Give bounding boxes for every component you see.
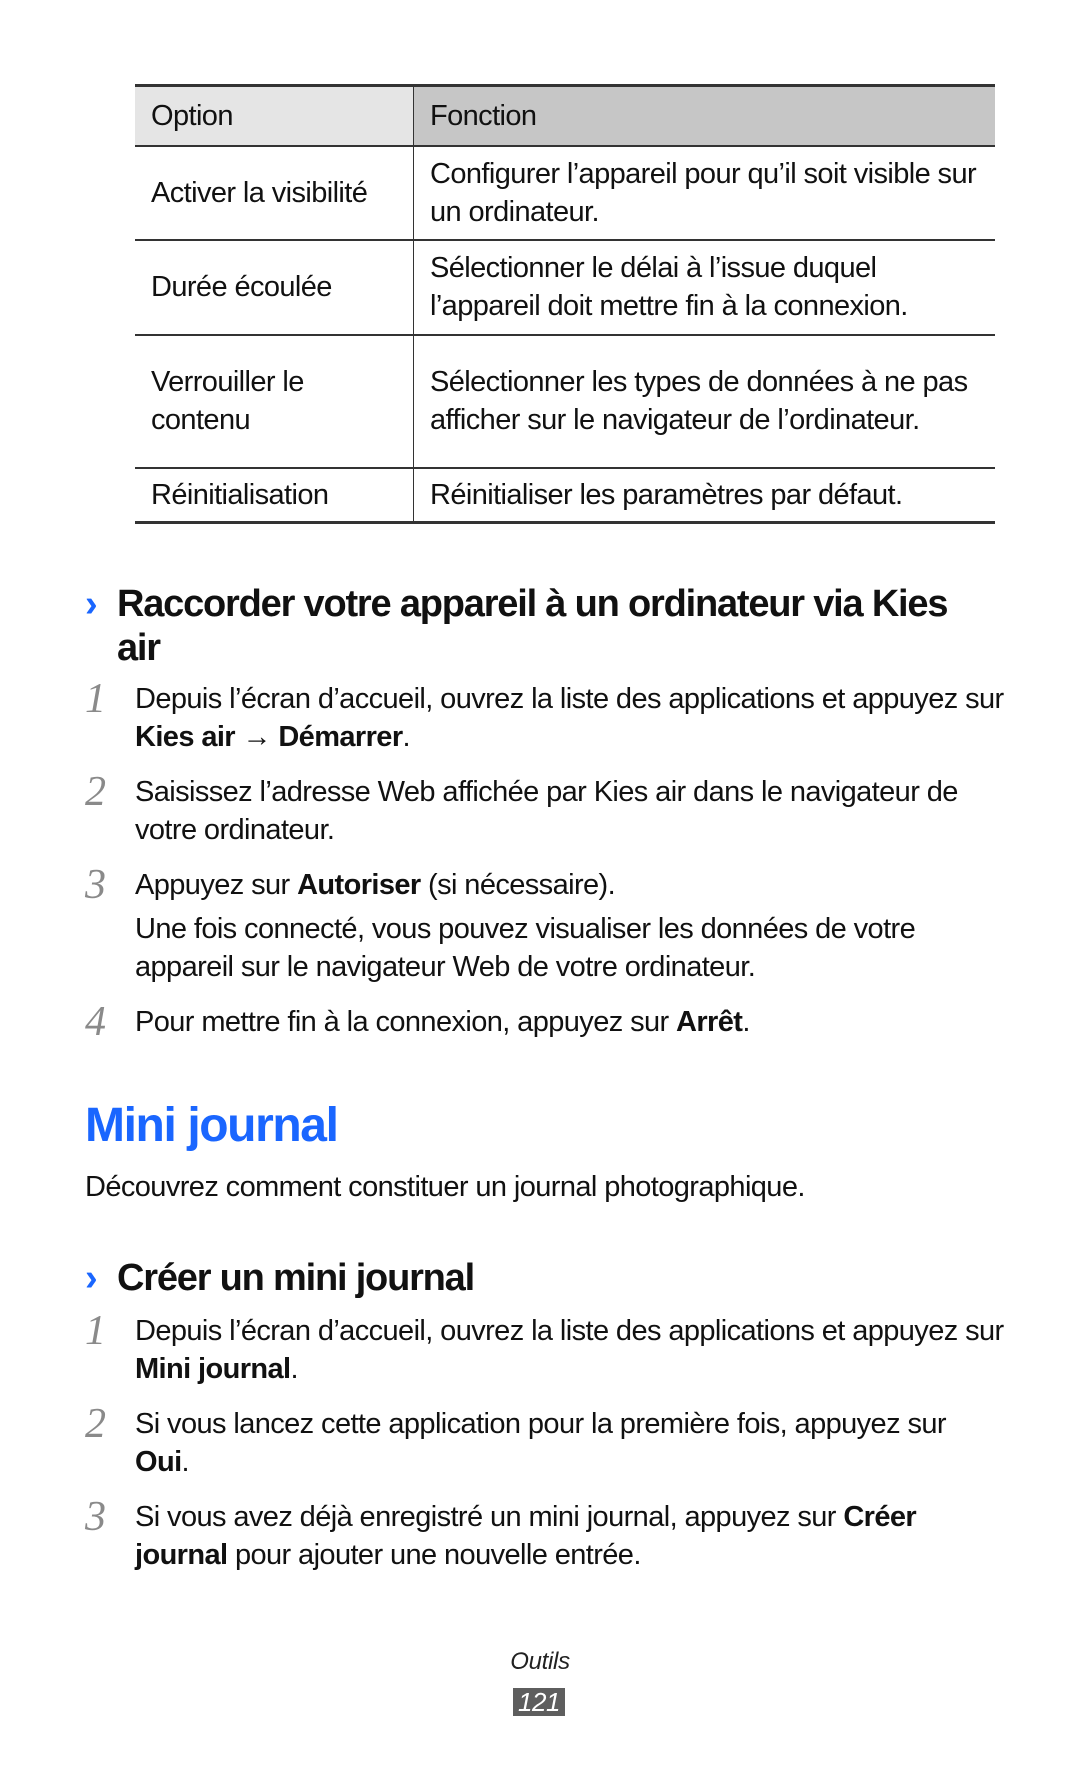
table-row: Activer la visibilité Configurer l’appar… (135, 145, 995, 241)
ui-term-demarrer: Démarrer (278, 721, 403, 753)
function-cell: Sélectionner les types de données à ne p… (413, 334, 995, 469)
mini-journal-steps-list: 1 Depuis l’écran d’accueil, ouvrez la li… (85, 1308, 1005, 1574)
step-item: 2 Saisissez l’adresse Web affichée par K… (85, 769, 1005, 849)
step-text: Depuis l’écran d’accueil, ouvrez la list… (135, 1315, 1004, 1385)
function-cell: Sélectionner le délai à l’issue duquel l… (413, 239, 995, 336)
section-heading-creer: › Créer un mini journal (85, 1256, 985, 1300)
step-text: Pour mettre fin à la connexion, appuyez … (135, 1006, 750, 1038)
page-title-mini-journal: Mini journal (85, 1099, 339, 1152)
ui-term-kies-air: Kies air (135, 721, 236, 753)
page-number-badge: 121 (513, 1688, 565, 1716)
ui-term-autoriser: Autoriser (297, 869, 421, 901)
step-item: 3 Appuyez sur Autoriser (si nécessaire). (85, 862, 1005, 908)
ui-term-mini-journal: Mini journal (135, 1353, 291, 1385)
step-text: Si vous avez déjà enregistré un mini jou… (135, 1501, 917, 1571)
table-row: Réinitialisation Réinitialiser les param… (135, 467, 995, 524)
kies-steps-list: 1 Depuis l’écran d’accueil, ouvrez la li… (85, 676, 1005, 1045)
step-note: Une fois connecté, vous pouvez visualise… (135, 913, 916, 983)
table-row: Durée écoulée Sélectionner le délai à l’… (135, 239, 995, 336)
table-row: Verrouiller le contenu Sélectionner les … (135, 334, 995, 469)
option-cell: Durée écoulée (135, 239, 414, 336)
intro-text: Découvrez comment constituer un journal … (85, 1171, 805, 1203)
options-table: Option Fonction Activer la visibilité Co… (135, 84, 995, 524)
step-item: 1 Depuis l’écran d’accueil, ouvrez la li… (85, 676, 1005, 756)
step-number: 3 (85, 1494, 106, 1540)
arrow-icon: → (235, 721, 279, 753)
step-item: 1 Depuis l’écran d’accueil, ouvrez la li… (85, 1308, 1005, 1388)
step-number: 1 (85, 1308, 106, 1354)
option-cell: Réinitialisation (135, 467, 414, 524)
chevron-right-icon: › (85, 583, 98, 625)
step-number: 4 (85, 999, 106, 1045)
section-heading-kies-air: › Raccorder votre appareil à un ordinateu… (85, 582, 985, 670)
step-text: Appuyez sur Autoriser (si nécessaire). (135, 869, 616, 901)
step-text: Si vous lancez cette application pour la… (135, 1408, 947, 1478)
function-cell: Réinitialiser les paramètres par défaut. (413, 467, 995, 524)
chevron-right-icon: › (85, 1257, 98, 1299)
option-cell: Verrouiller le contenu (135, 334, 414, 469)
heading-line-2: air (117, 627, 161, 669)
footer-section-name: Outils (510, 1648, 570, 1675)
step-number: 3 (85, 862, 106, 908)
heading-text: Créer un mini journal (117, 1257, 475, 1299)
step-text: Depuis l’écran d’accueil, ouvrez la list… (135, 683, 1004, 753)
step-item: 4 Pour mettre fin à la connexion, appuye… (85, 999, 1005, 1045)
step-number: 2 (85, 1401, 106, 1447)
step-number: 1 (85, 676, 106, 722)
table-header-row: Option Fonction (135, 84, 995, 147)
header-option: Option (135, 84, 414, 147)
step-text: Saisissez l’adresse Web affichée par Kie… (135, 776, 958, 846)
step-number: 2 (85, 769, 106, 815)
step-item: 2 Si vous lancez cette application pour … (85, 1401, 1005, 1481)
step-item: 3 Si vous avez déjà enregistré un mini j… (85, 1494, 1005, 1574)
ui-term-arret: Arrêt (676, 1006, 743, 1038)
heading-line-1: Raccorder votre appareil à un ordinateur… (117, 583, 948, 625)
ui-term-oui: Oui (135, 1446, 182, 1478)
header-fonction: Fonction (413, 84, 995, 147)
function-cell: Configurer l’appareil pour qu’il soit vi… (413, 145, 995, 241)
option-cell: Activer la visibilité (135, 145, 414, 241)
